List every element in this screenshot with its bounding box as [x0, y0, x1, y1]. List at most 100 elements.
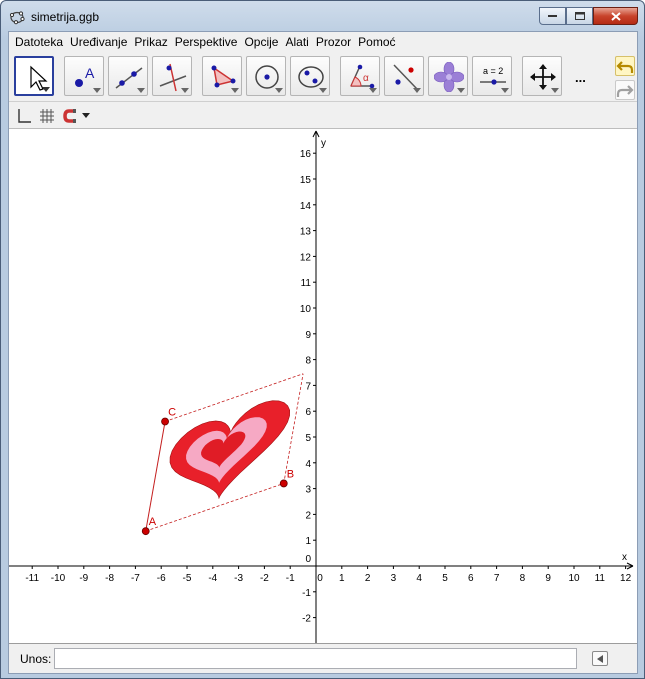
y-tick-label: 14 — [300, 201, 312, 212]
redo-icon — [616, 85, 634, 97]
redo-button[interactable] — [615, 80, 635, 100]
menu-prikaz[interactable]: Prikaz — [131, 32, 171, 52]
input-help-button[interactable] — [592, 651, 608, 666]
x-tick-label: -5 — [183, 573, 192, 584]
y-tick-label: 9 — [305, 330, 311, 341]
point-a[interactable] — [141, 527, 150, 536]
point-capture-icon[interactable] — [62, 108, 78, 124]
x-tick-label: -9 — [79, 573, 88, 584]
y-tick-label: 10 — [300, 304, 312, 315]
y-tick-label: 1 — [305, 536, 311, 547]
ellipse-tool[interactable] — [290, 56, 330, 96]
graphics-view[interactable]: x y -11 -10 -9 -8 -7 -6 -5 -4 -3 -2 -1 0 1 2 3 4 5 6 7 8 9 10 11… — [9, 129, 637, 644]
x-tick-label: -7 — [131, 573, 140, 584]
input-label: Unos: — [20, 652, 52, 666]
x-tick-label: 6 — [468, 573, 474, 584]
x-tick-label: 3 — [391, 573, 397, 584]
x-tick-label: -10 — [51, 573, 66, 584]
point-b[interactable] — [279, 479, 288, 488]
reflect-tool[interactable] — [384, 56, 424, 96]
window-title: simetrija.ggb — [31, 10, 100, 24]
chevron-down-icon[interactable] — [82, 113, 90, 119]
move-view-tool[interactable] — [522, 56, 562, 96]
app-window: simetrija.ggb Datoteka Uređivanje Prikaz… — [0, 0, 645, 679]
move-tool[interactable] — [14, 56, 54, 96]
title-bar[interactable]: simetrija.ggb — [1, 1, 644, 31]
x-tick-label: -11 — [25, 573, 39, 584]
undo-button[interactable] — [615, 56, 635, 76]
x-tick-label: 4 — [416, 573, 422, 584]
svg-text:α: α — [363, 73, 369, 84]
segment-ac — [145, 421, 166, 532]
menu-alati[interactable]: Alati — [282, 32, 312, 52]
input-field[interactable] — [54, 648, 577, 669]
y-tick-label: 13 — [300, 227, 312, 238]
app-client: Datoteka Uređivanje Prikaz Perspektive O… — [8, 31, 638, 674]
x-tick-label: 9 — [545, 573, 551, 584]
x-tick-label: 7 — [494, 573, 500, 584]
angle-tool[interactable]: α — [340, 56, 380, 96]
more-tools[interactable]: ... — [575, 70, 586, 85]
x-axis-label: x — [622, 552, 627, 563]
menu-bar: Datoteka Uređivanje Prikaz Perspektive O… — [9, 32, 637, 52]
x-tick-label: 1 — [339, 573, 345, 584]
x-tick-label: -2 — [260, 573, 269, 584]
y-tick-label: 0 — [305, 554, 311, 565]
menu-datoteka[interactable]: Datoteka — [12, 32, 67, 52]
x-tick-label: 8 — [520, 573, 526, 584]
y-tick-label: 4 — [305, 459, 311, 470]
maximize-icon — [574, 12, 585, 20]
y-tick-label: 2 — [305, 510, 311, 521]
menu-uredivanje[interactable]: Uređivanje — [67, 32, 131, 52]
y-tick-label: 5 — [305, 433, 311, 444]
menu-pomoc[interactable]: Pomoć — [355, 32, 399, 52]
polygon-tool[interactable] — [202, 56, 242, 96]
line-tool[interactable] — [108, 56, 148, 96]
style-bar — [9, 103, 637, 129]
point-label-b: B — [287, 468, 294, 480]
x-tick-label: 10 — [568, 573, 580, 584]
slider-tool[interactable]: a = 2 — [472, 56, 512, 96]
x-tick-label: 0 — [317, 573, 323, 584]
y-tick-label: 16 — [300, 149, 312, 160]
x-tick-label: -8 — [105, 573, 114, 584]
axes-icon[interactable] — [16, 108, 32, 124]
y-tick-label: 12 — [300, 252, 312, 263]
y-tick-label: 3 — [305, 485, 311, 496]
close-icon — [610, 11, 621, 21]
coordinate-plane[interactable]: xy-11 -10 -9 -8 -7 -6 -5 -4 -3 -2 -1 0 1 2 3 4 5 6 7 8 9 10 11… — [9, 129, 637, 644]
minimize-button[interactable] — [539, 7, 566, 25]
grid-icon[interactable] — [39, 108, 55, 124]
geogebra-icon — [9, 11, 25, 25]
x-tick-label: -1 — [286, 573, 295, 584]
close-button[interactable] — [593, 7, 638, 25]
y-tick-label: 11 — [301, 278, 312, 289]
x-tick-label: 2 — [365, 573, 371, 584]
minimize-icon — [548, 15, 557, 17]
y-tick-label: -1 — [302, 588, 311, 599]
x-tick-label: -6 — [157, 573, 166, 584]
x-tick-label: -4 — [208, 573, 217, 584]
menu-prozor[interactable]: Prozor — [313, 32, 355, 52]
point-label-a: A — [149, 516, 157, 528]
circle-tool[interactable] — [246, 56, 286, 96]
perpendicular-tool[interactable] — [152, 56, 192, 96]
input-bar: Unos: — [9, 644, 637, 673]
point-tool[interactable]: A — [64, 56, 104, 96]
x-tick-label: 12 — [620, 573, 632, 584]
svg-text:A: A — [85, 65, 95, 81]
menu-opcije[interactable]: Opcije — [241, 32, 282, 52]
y-axis-label: y — [321, 138, 326, 149]
y-tick-label: 8 — [305, 356, 311, 367]
toolbar: A α a = 2 ... — [9, 52, 637, 102]
image-tool[interactable] — [428, 56, 468, 96]
point-label-c: C — [168, 407, 176, 419]
point-c[interactable] — [161, 417, 169, 426]
svg-text:a = 2: a = 2 — [483, 66, 503, 76]
image-edge — [283, 373, 304, 484]
maximize-button[interactable] — [566, 7, 593, 25]
y-tick-label: 6 — [305, 407, 311, 418]
y-tick-label: 15 — [300, 175, 312, 186]
y-tick-label: 7 — [305, 381, 311, 392]
menu-perspektive[interactable]: Perspektive — [172, 32, 242, 52]
